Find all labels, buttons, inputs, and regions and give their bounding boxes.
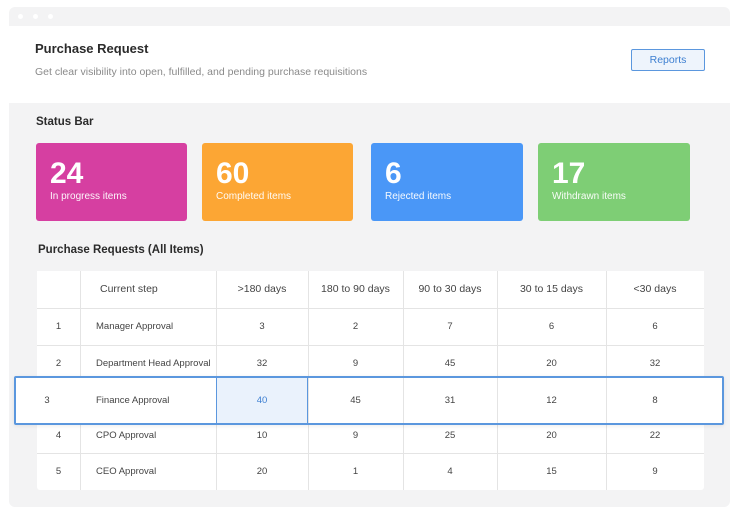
page-title: Purchase Request bbox=[35, 41, 149, 56]
card-label: Rejected items bbox=[385, 191, 452, 202]
card-value: 17 bbox=[552, 157, 586, 190]
card-value: 6 bbox=[385, 157, 402, 190]
page-header: Purchase Request Get clear visibility in… bbox=[9, 26, 730, 103]
table-header-row: Current step >180 days 180 to 90 days 90… bbox=[37, 271, 704, 308]
reports-button[interactable]: Reports bbox=[631, 49, 705, 71]
column-header-under-30[interactable]: <30 days bbox=[606, 271, 704, 308]
row-number: 3 bbox=[44, 395, 50, 406]
row-value-cell[interactable]: 4 bbox=[403, 453, 497, 490]
card-value: 24 bbox=[50, 157, 84, 190]
status-card-in-progress[interactable]: 24 In progress items bbox=[36, 143, 187, 221]
page-subtitle: Get clear visibility into open, fulfille… bbox=[35, 66, 368, 78]
row-value-cell[interactable]: 6 bbox=[606, 308, 704, 345]
row-value-cell[interactable]: 15 bbox=[497, 453, 606, 490]
table-row[interactable]: 1 Manager Approval 3 2 7 6 6 bbox=[37, 308, 704, 345]
selected-table-row[interactable]: 3 Finance Approval 40 45 31 12 8 bbox=[14, 376, 724, 425]
status-card-completed[interactable]: 60 Completed items bbox=[202, 143, 353, 221]
app-window: Purchase Request Get clear visibility in… bbox=[9, 7, 730, 507]
window-close-dot[interactable] bbox=[18, 14, 23, 19]
window-titlebar bbox=[9, 7, 730, 26]
row-step-name: Finance Approval bbox=[96, 395, 170, 406]
column-header-180-to-90[interactable]: 180 to 90 days bbox=[308, 271, 403, 308]
table-title: Purchase Requests (All Items) bbox=[38, 244, 204, 256]
row-value-cell[interactable]: 31 bbox=[403, 378, 497, 423]
row-value-cell[interactable]: 9 bbox=[606, 453, 704, 490]
column-header-90-to-30[interactable]: 90 to 30 days bbox=[403, 271, 497, 308]
selected-value-cell[interactable]: 40 bbox=[216, 378, 308, 423]
window-maximize-dot[interactable] bbox=[48, 14, 53, 19]
row-value-cell[interactable]: 1 bbox=[308, 453, 403, 490]
row-number: 5 bbox=[55, 466, 62, 477]
row-value-cell[interactable]: 45 bbox=[308, 378, 403, 423]
card-value: 60 bbox=[216, 157, 250, 190]
row-step-name: CEO Approval bbox=[96, 466, 157, 477]
row-value-cell[interactable]: 2 bbox=[308, 308, 403, 345]
status-card-rejected[interactable]: 6 Rejected items bbox=[371, 143, 523, 221]
row-value-cell[interactable]: 12 bbox=[497, 378, 606, 423]
column-header-number bbox=[37, 271, 80, 308]
column-header-30-to-15[interactable]: 30 to 15 days bbox=[497, 271, 606, 308]
table-row[interactable]: 5 CEO Approval 20 1 4 15 9 bbox=[37, 453, 704, 490]
card-label: Completed items bbox=[216, 191, 292, 202]
row-value-cell[interactable]: 7 bbox=[403, 308, 497, 345]
row-value-cell[interactable]: 3 bbox=[216, 308, 308, 345]
column-header-current-step[interactable]: Current step bbox=[80, 271, 216, 308]
card-label: In progress items bbox=[50, 191, 127, 202]
window-minimize-dot[interactable] bbox=[33, 14, 38, 19]
column-header-over-180[interactable]: >180 days bbox=[216, 271, 308, 308]
card-label: Withdrawn items bbox=[552, 191, 626, 202]
row-value-cell[interactable]: 8 bbox=[606, 378, 704, 423]
status-bar-title: Status Bar bbox=[36, 116, 94, 128]
row-step-name: Manager Approval bbox=[96, 321, 174, 332]
row-value-cell[interactable]: 20 bbox=[216, 453, 308, 490]
status-card-withdrawn[interactable]: 17 Withdrawn items bbox=[538, 143, 690, 221]
row-value-cell[interactable]: 6 bbox=[497, 308, 606, 345]
row-number: 1 bbox=[55, 321, 62, 332]
